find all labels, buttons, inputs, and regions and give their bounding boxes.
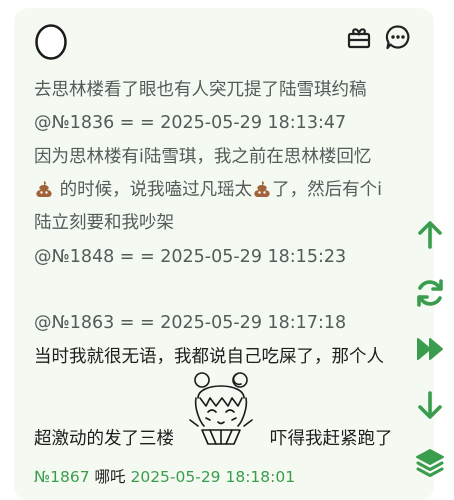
post-timestamp: 2025-05-29 18:18:01 [130,468,296,486]
post-text-line: 当时我就很无语，我都说自己吃屎了，那个人 [34,347,384,367]
arrow-down-icon[interactable] [413,388,447,422]
post-card: 去思林楼看了眼也有人突兀提了陆雪琪约稿 @№1836 = = 2025-05-2… [14,8,434,500]
post-text-line: 去思林楼看了眼也有人突兀提了陆雪琪约稿 [34,80,367,100]
post-text-segment: 超激动的发了三楼 [34,429,174,449]
post-text-line-with-emoji: 的时候，说我嗑过凡瑶太 了，然后有个i [34,177,424,203]
gift-icon[interactable] [346,24,372,50]
post-author[interactable]: 哪吒 [95,468,126,486]
quote-reference[interactable]: @№1863 = = 2025-05-29 18:17:18 [34,310,424,336]
post-text-segment: 了，然后有个i [272,180,382,200]
fast-forward-icon[interactable] [413,332,447,366]
anime-girl-sticker[interactable] [182,368,260,448]
post-text-line: 因为思林楼有i陆雪琪，我之前在思林楼回忆 [34,147,372,167]
floor-number[interactable]: №1867 [34,468,90,486]
quote-reference[interactable]: @№1836 = = 2025-05-29 18:13:47 [34,110,424,136]
poop-emoji-icon [36,181,52,197]
egg-avatar-icon[interactable] [34,22,68,60]
arrow-up-icon[interactable] [413,218,447,252]
post-text-segment: 吓得我赶紧跑了 [270,429,393,449]
comment-icon[interactable] [385,24,411,50]
post-footer: №1867 哪吒 2025-05-29 18:18:01 [34,466,295,488]
post-text-segment: 的时候，说我嗑过凡瑶太 [59,180,253,200]
quote-reference[interactable]: @№1848 = = 2025-05-29 18:15:23 [34,244,424,270]
refresh-icon[interactable] [413,276,447,310]
poop-emoji-icon [254,181,270,197]
layers-icon[interactable] [413,446,447,480]
post-text-line: 陆立刻要和我吵架 [34,213,174,233]
